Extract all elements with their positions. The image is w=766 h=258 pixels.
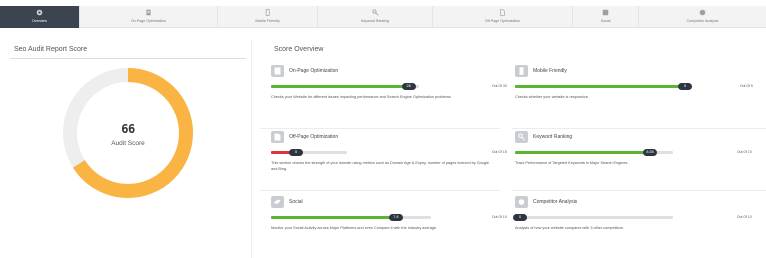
- card-title: On-Page Optimization: [289, 68, 339, 74]
- panel-divider: [251, 40, 252, 258]
- nav-tab-label: Off-Page Optimization: [484, 19, 521, 23]
- card-title: Off-Page Optimization: [289, 134, 339, 140]
- score-card-on-page-optimization[interactable]: On-Page Optimization 28 Out Of 30 Checks…: [271, 65, 507, 105]
- card-title: Keyword Ranking: [533, 134, 573, 140]
- card-description: Monitor your Social Activity across Majo…: [271, 226, 438, 230]
- gauge-icon: [36, 9, 43, 16]
- row-divider: [512, 128, 766, 129]
- score-bar-track: 5: [515, 82, 692, 90]
- score-max-label: Out Of 10: [492, 215, 507, 219]
- key-icon: [371, 9, 379, 16]
- row-divider: [260, 128, 500, 129]
- score-overview-title: Score Overview: [274, 46, 324, 53]
- score-card-off-page-optimization[interactable]: Off-Page Optimization 5 Out Of 15 This s…: [271, 131, 507, 176]
- score-bar-fill: [515, 85, 685, 88]
- score-value-badge: 5: [678, 82, 692, 90]
- seo-audit-report-title: Seo Audit Report Score: [14, 46, 88, 53]
- nav-tab-label: On-Page Optimization: [130, 19, 167, 23]
- score-bar-track: 5: [271, 148, 347, 156]
- card-icon-box: [271, 131, 284, 143]
- nav-tab-overview[interactable]: Overview: [0, 6, 80, 28]
- score-value-badge: 8.55: [643, 148, 658, 156]
- score-max-label: Out Of 30: [492, 84, 507, 88]
- score-value-badge: 0: [513, 213, 527, 221]
- score-value-badge: 28: [401, 82, 416, 90]
- nav-tab-competitor-analysis[interactable]: Competitor Analysis: [639, 6, 766, 28]
- nav-tab-off-page-optimization[interactable]: Off-Page Optimization: [433, 6, 573, 28]
- score-max-label: Out Of 15: [492, 150, 507, 154]
- score-bar-fill: [271, 216, 396, 219]
- row-divider: [512, 190, 766, 191]
- card-icon-box: [515, 131, 528, 143]
- card-icon-box: [271, 65, 284, 77]
- row-divider: [260, 190, 500, 191]
- nav-tab-on-page-optimization[interactable]: On-Page Optimization: [80, 6, 218, 28]
- nav-tab-label: Mobile Friendly: [255, 19, 280, 23]
- score-max-label: Out Of 5: [740, 84, 753, 88]
- score-value-badge: 7.8: [388, 213, 403, 221]
- document-icon: [146, 9, 151, 16]
- score-card-social[interactable]: Social 7.8 Out Of 10 Monitor your Social…: [271, 196, 507, 236]
- nav-tab-label: Social: [600, 19, 611, 23]
- score-bar-track: 28: [271, 82, 419, 90]
- globe-icon: [699, 9, 706, 16]
- social-icon: [274, 199, 281, 204]
- card-icon-box: [515, 196, 528, 208]
- file-icon: [274, 133, 281, 141]
- card-description: This section checks the strength of your…: [271, 161, 489, 171]
- audit-score-label: Audit Score: [111, 140, 145, 147]
- score-max-label: Out Of 10: [737, 215, 752, 219]
- card-title: Mobile Friendly: [533, 68, 567, 74]
- mobile-icon: [519, 67, 524, 75]
- card-title: Social: [289, 199, 303, 205]
- nav-tab-label: Overview: [32, 19, 47, 23]
- score-bar-fill: [271, 85, 409, 88]
- globe-icon: [518, 199, 525, 205]
- score-bar-track: 7.8: [271, 213, 431, 221]
- score-card-keyword-ranking[interactable]: Keyword Ranking 8.55 Out Of 10 Track Per…: [515, 131, 755, 171]
- score-card-competitor-analysis[interactable]: Competitor Analysis 0 Out Of 10 Analysis…: [513, 196, 755, 236]
- top-navigation: Overview On-Page Optimization Mobile Fri…: [0, 6, 766, 28]
- nav-tab-social[interactable]: Social: [573, 6, 639, 28]
- card-description: Track Performance of Targeted Keywords i…: [515, 161, 629, 165]
- score-bar-fill: [515, 151, 651, 154]
- nav-tab-label: Keyword Ranking: [360, 19, 390, 23]
- document-icon: [274, 67, 281, 75]
- card-description: Checks your Website for different issues…: [271, 95, 452, 99]
- score-card-mobile-friendly[interactable]: Mobile Friendly 5 Out Of 5 Checks whethe…: [515, 65, 755, 105]
- file-icon: [500, 9, 505, 16]
- score-bar-track: 8.55: [515, 148, 673, 156]
- audit-score-value: 66: [121, 122, 135, 136]
- score-value-badge: 5: [289, 148, 304, 156]
- key-icon: [518, 133, 525, 141]
- card-icon-box: [515, 65, 528, 77]
- score-bar-track: 0: [513, 213, 673, 221]
- card-icon-box: [271, 196, 284, 208]
- mobile-icon: [265, 9, 270, 16]
- nav-tab-keyword-ranking[interactable]: Keyword Ranking: [318, 6, 433, 28]
- score-max-label: Out Of 10: [737, 150, 752, 154]
- section-divider: [10, 58, 246, 59]
- social-icon: [602, 9, 609, 16]
- card-description: Analysis of how your website compares wi…: [515, 226, 624, 230]
- card-title: Competitor Analysis: [533, 199, 578, 205]
- nav-tab-mobile-friendly[interactable]: Mobile Friendly: [218, 6, 318, 28]
- card-description: Checks whether your website is responsiv…: [515, 95, 589, 99]
- nav-tab-label: Competitor Analysis: [686, 19, 719, 23]
